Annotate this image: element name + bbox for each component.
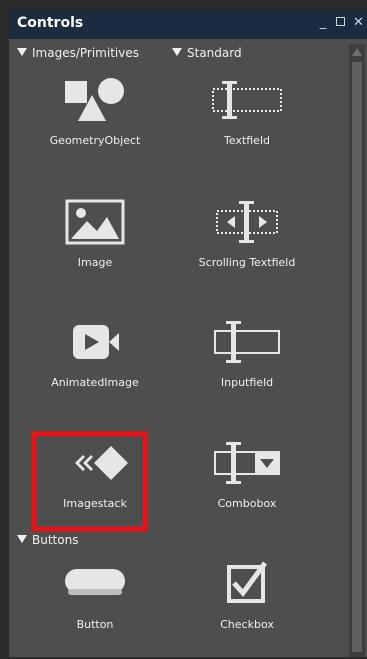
control-checkbox[interactable]: Checkbox [177,549,317,659]
minimize-button[interactable]: _ [318,15,328,31]
control-label: Textfield [224,134,270,147]
control-label: Image [77,256,113,269]
scroll-thumb[interactable] [352,62,362,652]
control-label: Button [76,618,114,631]
control-label: Inputfield [220,376,274,389]
control-label: GeometryObject [49,134,141,147]
control-textfield[interactable]: Textfield [177,65,317,175]
window-buttons: _ ✕ [318,15,364,31]
collapse-triangle-icon [172,48,182,56]
combobox-icon [177,436,317,490]
section-standard[interactable]: Standard [172,46,242,60]
section-label: Standard [187,46,242,60]
control-scrolling-textfield[interactable]: Scrolling Textfield [177,187,317,297]
selection-highlight [31,431,147,531]
control-animated-image[interactable]: AnimatedImage [25,307,165,417]
control-label: Combobox [217,497,277,510]
control-button[interactable]: Button [25,549,165,659]
image-icon [25,195,165,249]
control-combobox[interactable]: Combobox [177,428,317,538]
animated-image-icon [25,315,165,369]
title-bar[interactable]: Controls _ ✕ [9,9,367,39]
section-images-primitives[interactable]: Images/Primitives [17,46,139,60]
scrolling-textfield-icon [177,195,317,249]
checkbox-icon [177,557,317,611]
control-geometry-object[interactable]: GeometryObject [25,65,165,175]
vertical-scrollbar[interactable] [349,44,365,657]
button-icon [25,557,165,611]
maximize-button[interactable] [336,17,345,26]
textfield-icon [177,73,317,127]
scroll-up-arrow-icon[interactable] [352,48,362,56]
control-label: Scrolling Textfield [198,256,296,269]
control-label: Checkbox [220,618,274,631]
inputfield-icon [177,315,317,369]
control-label: AnimatedImage [51,376,139,389]
control-image[interactable]: Image [25,187,165,297]
section-label: Images/Primitives [32,46,139,60]
close-button[interactable]: ✕ [353,15,364,31]
geometry-object-icon [25,73,165,127]
control-inputfield[interactable]: Inputfield [177,307,317,417]
controls-panel: Controls _ ✕ Images/Primitives Standard … [9,9,367,657]
panel-title: Controls [17,15,84,31]
collapse-triangle-icon [17,48,27,56]
